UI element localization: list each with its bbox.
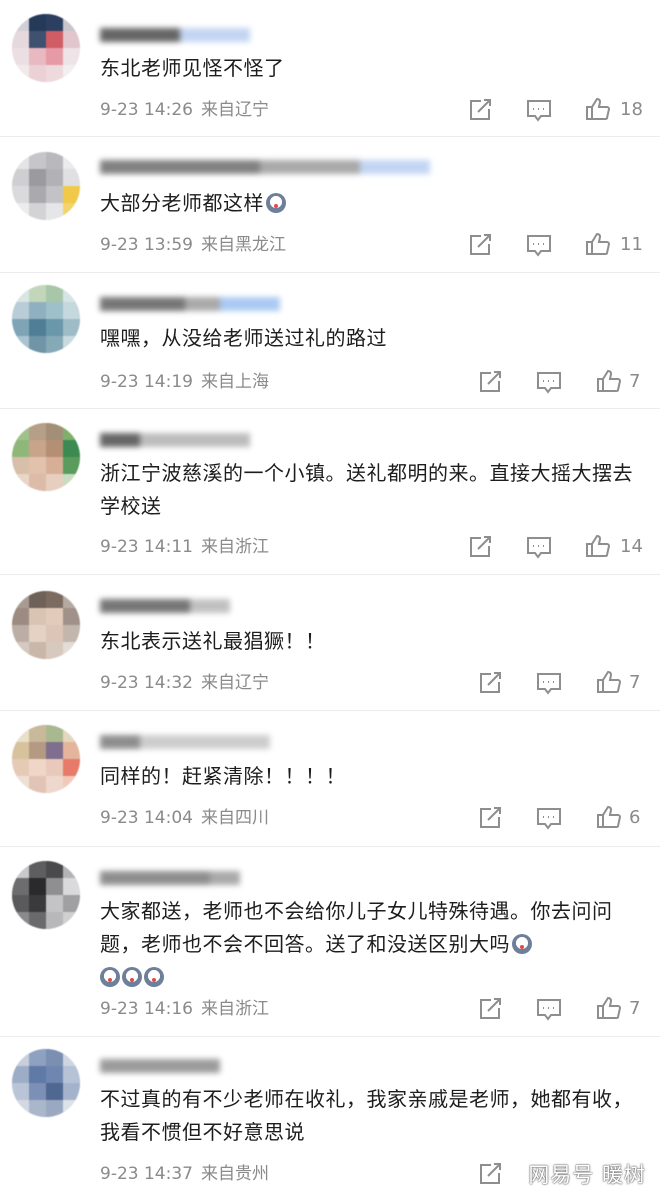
comment-icon[interactable] xyxy=(526,233,552,257)
watermark: 网易号 暖树 xyxy=(528,1163,646,1187)
comment-item: 嘿嘿，从没给老师送过礼的路过 9-23 14:19 来自上海 7 xyxy=(0,273,660,409)
avatar[interactable] xyxy=(12,285,80,353)
comment-text-content: 大部分老师都这样 xyxy=(100,191,264,215)
share-icon[interactable] xyxy=(467,233,493,257)
comment-text: 东北老师见怪不怪了 xyxy=(100,52,645,85)
comment-text: 浙江宁波慈溪的一个小镇。送礼都明的来。直接大摇大摆去学校送 xyxy=(100,457,645,523)
avatar[interactable] xyxy=(12,1049,80,1117)
comment-item: 东北表示送礼最猖獗！！ 9-23 14:32 来自辽宁 7 xyxy=(0,575,660,711)
comment-icon[interactable] xyxy=(536,997,562,1021)
share-icon[interactable] xyxy=(477,671,503,695)
share-icon[interactable] xyxy=(477,806,503,830)
comment-text: 大部分老师都这样 xyxy=(100,187,645,220)
comment-date: 9-23 13:59 xyxy=(100,235,193,255)
crying-face-emoji xyxy=(122,967,142,987)
like-count: 7 xyxy=(629,672,641,693)
avatar[interactable] xyxy=(12,725,80,793)
comment-location: 来自辽宁 xyxy=(200,673,269,693)
comment-icon[interactable] xyxy=(526,98,552,122)
avatar[interactable] xyxy=(12,152,80,220)
comment-text-content: 浙江宁波慈溪的一个小镇。送礼都明的来。直接大摇大摆去学校送 xyxy=(100,461,633,518)
like-count: 7 xyxy=(629,998,641,1019)
avatar[interactable] xyxy=(12,14,80,82)
thumbs-up-icon[interactable] xyxy=(585,232,611,256)
comment-item: 东北老师见怪不怪了 9-23 14:26 来自辽宁 18 xyxy=(0,0,660,137)
crying-face-emoji xyxy=(144,967,164,987)
comment-text-content: 同样的！赶紧清除！！！！ xyxy=(100,764,346,788)
comment-date: 9-23 14:19 xyxy=(100,372,193,392)
comment-text: 东北表示送礼最猖獗！！ xyxy=(100,625,645,658)
like-count: 14 xyxy=(620,536,643,557)
comment-item: 同样的！赶紧清除！！！！ 9-23 14:04 来自四川 6 xyxy=(0,711,660,847)
thumbs-up-icon[interactable] xyxy=(585,534,611,558)
comment-location: 来自浙江 xyxy=(200,537,269,557)
like-count: 6 xyxy=(629,807,641,828)
thumbs-up-icon[interactable] xyxy=(596,369,622,393)
comment-text-content: 嘿嘿，从没给老师送过礼的路过 xyxy=(100,326,387,350)
username-blurred[interactable] xyxy=(100,431,250,449)
comment-meta: 9-23 14:37 来自贵州 xyxy=(100,1163,269,1185)
comment-location: 来自贵州 xyxy=(200,1164,269,1184)
comment-text-content: 不过真的有不少老师在收礼，我家亲戚是老师，她都有收，我看不惯但不好意思说 xyxy=(100,1087,633,1144)
crying-face-emoji xyxy=(266,193,286,213)
comment-location: 来自四川 xyxy=(200,808,269,828)
thumbs-up-icon[interactable] xyxy=(585,97,611,121)
username-blurred[interactable] xyxy=(100,733,270,751)
like-count: 18 xyxy=(620,99,643,120)
comment-text: 不过真的有不少老师在收礼，我家亲戚是老师，她都有收，我看不惯但不好意思说 xyxy=(100,1083,645,1149)
comment-location: 来自辽宁 xyxy=(200,100,269,120)
like-count: 7 xyxy=(629,371,641,392)
comment-meta: 9-23 14:16 来自浙江 xyxy=(100,998,269,1020)
comment-text: 同样的！赶紧清除！！！！ xyxy=(100,760,645,793)
avatar[interactable] xyxy=(12,423,80,491)
comment-icon[interactable] xyxy=(536,806,562,830)
comment-text: 大家都送，老师也不会给你儿子女儿特殊待遇。你去问问题，老师也不会不回答。送了和没… xyxy=(100,895,645,994)
username-blurred[interactable] xyxy=(100,869,240,887)
comment-text: 嘿嘿，从没给老师送过礼的路过 xyxy=(100,322,645,355)
comment-meta: 9-23 14:32 来自辽宁 xyxy=(100,672,269,694)
avatar[interactable] xyxy=(12,591,80,659)
username-blurred[interactable] xyxy=(100,295,280,313)
comment-date: 9-23 14:04 xyxy=(100,808,193,828)
comment-text-content: 大家都送，老师也不会给你儿子女儿特殊待遇。你去问问题，老师也不会不回答。送了和没… xyxy=(100,899,613,956)
username-blurred[interactable] xyxy=(100,158,430,176)
comment-item: 大部分老师都这样 9-23 13:59 来自黑龙江 11 xyxy=(0,137,660,273)
share-icon[interactable] xyxy=(477,1162,503,1186)
crying-face-emoji xyxy=(512,934,532,954)
thumbs-up-icon[interactable] xyxy=(596,996,622,1020)
comment-item: 浙江宁波慈溪的一个小镇。送礼都明的来。直接大摇大摆去学校送 9-23 14:11… xyxy=(0,409,660,575)
username-blurred[interactable] xyxy=(100,1057,220,1075)
comment-location: 来自黑龙江 xyxy=(200,235,286,255)
share-icon[interactable] xyxy=(477,370,503,394)
like-count: 11 xyxy=(620,234,643,255)
comment-meta: 9-23 14:11 来自浙江 xyxy=(100,536,269,558)
comment-text-content: 东北老师见怪不怪了 xyxy=(100,56,285,80)
comment-meta: 9-23 14:26 来自辽宁 xyxy=(100,99,269,121)
comment-icon[interactable] xyxy=(536,370,562,394)
comment-date: 9-23 14:32 xyxy=(100,673,193,693)
comment-date: 9-23 14:16 xyxy=(100,999,193,1019)
comment-meta: 9-23 14:04 来自四川 xyxy=(100,807,269,829)
comment-meta: 9-23 13:59 来自黑龙江 xyxy=(100,234,286,256)
username-blurred[interactable] xyxy=(100,597,230,615)
comment-icon[interactable] xyxy=(536,671,562,695)
comment-icon[interactable] xyxy=(526,535,552,559)
comment-text-content: 东北表示送礼最猖獗！！ xyxy=(100,629,326,653)
comment-location: 来自浙江 xyxy=(200,999,269,1019)
share-icon[interactable] xyxy=(477,997,503,1021)
comment-date: 9-23 14:11 xyxy=(100,537,193,557)
share-icon[interactable] xyxy=(467,98,493,122)
comment-date: 9-23 14:37 xyxy=(100,1164,193,1184)
comment-meta: 9-23 14:19 来自上海 xyxy=(100,371,269,393)
share-icon[interactable] xyxy=(467,535,493,559)
thumbs-up-icon[interactable] xyxy=(596,805,622,829)
comment-item: 大家都送，老师也不会给你儿子女儿特殊待遇。你去问问题，老师也不会不回答。送了和没… xyxy=(0,847,660,1037)
username-blurred[interactable] xyxy=(100,26,250,44)
crying-face-emoji xyxy=(100,967,120,987)
avatar[interactable] xyxy=(12,861,80,929)
comment-location: 来自上海 xyxy=(200,372,269,392)
thumbs-up-icon[interactable] xyxy=(596,670,622,694)
comment-date: 9-23 14:26 xyxy=(100,100,193,120)
